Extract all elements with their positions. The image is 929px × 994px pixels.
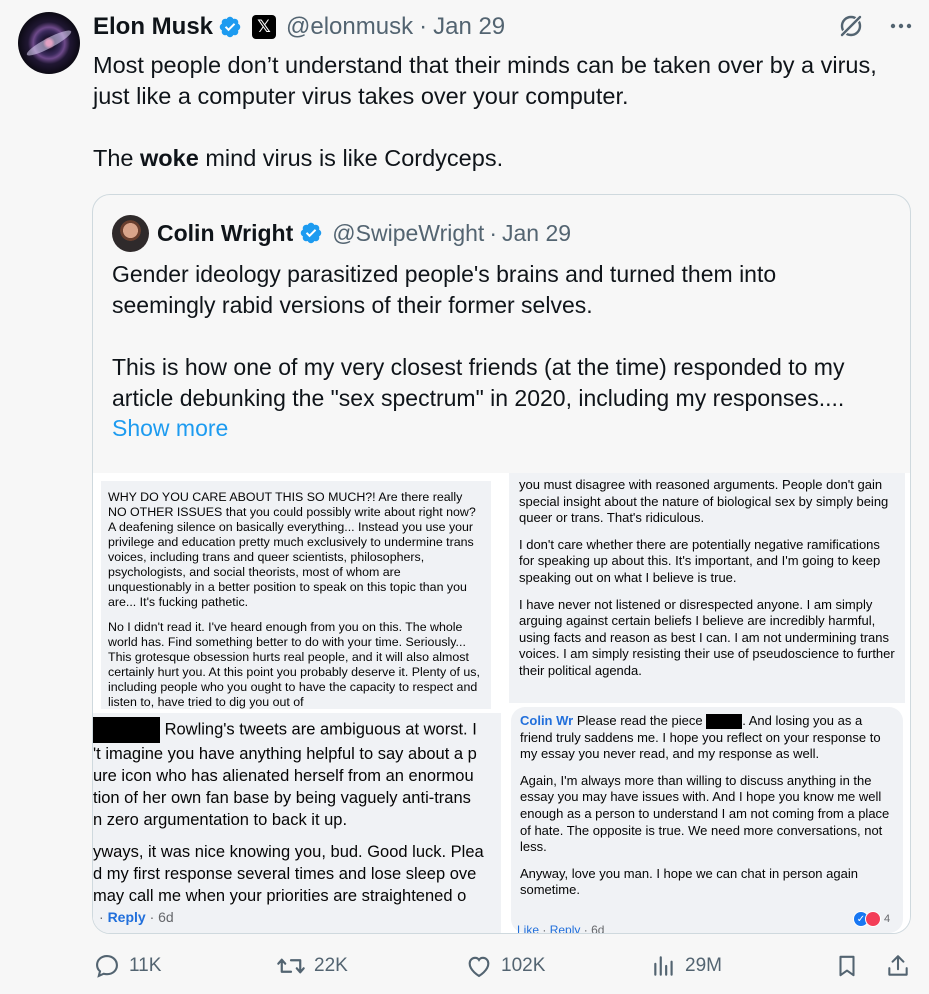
- grok-icon[interactable]: [837, 12, 865, 40]
- text-fragment: mind virus is like Cordyceps.: [198, 145, 504, 171]
- comment-line: tion of her own fan base by being vaguel…: [93, 789, 471, 807]
- view-count: 29M: [685, 955, 722, 976]
- message-panel-1: WHY DO YOU CARE ABOUT THIS SO MUCH?! Are…: [101, 481, 491, 709]
- post-text-line: Most people don’t understand that their …: [93, 52, 877, 78]
- share-icon: [888, 955, 908, 976]
- quote-text-line: seemingly rabid versions of their former…: [112, 292, 593, 318]
- like-button[interactable]: 102K: [465, 952, 545, 980]
- quote-author-avatar[interactable]: [112, 214, 149, 252]
- bookmark-button[interactable]: [834, 952, 860, 980]
- post-date[interactable]: Jan 29: [433, 13, 505, 41]
- separator-dot: ·: [419, 13, 428, 40]
- show-more-link[interactable]: Show more: [112, 415, 228, 442]
- top-right-actions: [837, 12, 913, 40]
- comment-line: Rowling's tweets are ambiguous at worst.…: [93, 717, 477, 743]
- message-paragraph: Anyway, love you man. I hope we can chat…: [520, 865, 858, 898]
- comment-panel-3: Rowling's tweets are ambiguous at worst.…: [93, 713, 501, 933]
- comment-line: may call me when your priorities are str…: [93, 887, 467, 905]
- comment-line: d my first response several times and lo…: [93, 865, 477, 883]
- redaction-box: [706, 714, 743, 730]
- heart-icon: [468, 956, 490, 978]
- repost-icon: [277, 958, 305, 974]
- message-paragraph: I don't care whether there are potential…: [519, 536, 881, 585]
- message-paragraph: you must disagree with reasoned argument…: [519, 477, 889, 526]
- reply-button[interactable]: 11K: [93, 952, 161, 980]
- quoted-post[interactable]: Colin Wright @SwipeWright · Jan 29 Gende…: [92, 194, 911, 934]
- reaction-count: 4: [884, 913, 891, 925]
- quote-text: Gender ideology parasitized people's bra…: [112, 259, 902, 414]
- comment-footer: Like · Reply · 6d: [517, 923, 605, 934]
- message-paragraph: No I didn't read it. I've heard enough f…: [108, 620, 480, 709]
- separator-dot: ·: [489, 219, 497, 246]
- message-paragraph: I have never not listened or disrespecte…: [519, 596, 895, 678]
- quote-date[interactable]: Jan 29: [502, 220, 571, 247]
- redaction-box: [93, 717, 160, 743]
- x-logo-icon: 𝕏: [252, 15, 277, 39]
- comment-author[interactable]: Colin Wr: [520, 713, 573, 728]
- comment-time: 6d: [591, 923, 605, 934]
- love-reaction-icon: [865, 911, 881, 927]
- quote-text-line: This is how one of my very closest frien…: [112, 354, 845, 380]
- bookmark-icon: [839, 955, 855, 977]
- comment-line: n zero argumentation to back it up.: [93, 811, 348, 829]
- reply-link[interactable]: Reply: [550, 923, 581, 933]
- comment-panel-4: Colin Wr Please read the piece . And los…: [511, 707, 903, 933]
- author-name[interactable]: Elon Musk: [93, 13, 213, 41]
- separator-dot: ·: [149, 909, 155, 925]
- author-handle[interactable]: @elonmusk: [286, 13, 413, 41]
- repost-count: 22K: [314, 955, 348, 976]
- verified-badge-icon: [301, 222, 322, 244]
- message-paragraph: WHY DO YOU CARE ABOUT THIS SO MUCH?! Are…: [108, 490, 476, 609]
- comment-text: Rowling's tweets are ambiguous at worst.…: [164, 720, 477, 739]
- post-text-line: The woke mind virus is like Cordyceps.: [93, 143, 923, 174]
- post-text: Most people don’t understand that their …: [93, 50, 923, 174]
- reply-link[interactable]: Reply: [108, 909, 146, 925]
- more-icon[interactable]: [889, 14, 913, 38]
- message-paragraph: Colin Wr Please read the piece . And los…: [520, 713, 894, 763]
- message-panel-2: you must disagree with reasoned argument…: [509, 473, 905, 703]
- like-link[interactable]: Like: [517, 923, 539, 933]
- quote-author-handle[interactable]: @SwipeWright: [332, 220, 484, 247]
- reaction-summary[interactable]: ✓ 4: [853, 911, 890, 927]
- like-count: 102K: [501, 955, 546, 976]
- comment-line: ure icon who has alienated herself from …: [93, 767, 474, 785]
- quote-header: Colin Wright @SwipeWright · Jan 29: [112, 213, 571, 253]
- quote-author-name[interactable]: Colin Wright: [157, 220, 293, 247]
- comment-reply-row: · Reply · 6d: [99, 909, 174, 925]
- reply-count: 11K: [129, 955, 162, 976]
- views-icon: [654, 956, 673, 976]
- comment-text: Please read the piece: [576, 713, 703, 728]
- post-header: Elon Musk 𝕏 @elonmusk · Jan 29: [93, 11, 505, 43]
- comment-line: yways, it was nice knowing you, bud. Goo…: [93, 843, 484, 861]
- views-button[interactable]: 29M: [651, 952, 722, 980]
- bold-word: woke: [140, 145, 199, 171]
- action-bar: 11K 22K 102K 29M: [93, 952, 915, 986]
- quote-text-line: Gender ideology parasitized people's bra…: [112, 261, 777, 287]
- separator-dot: ·: [542, 923, 547, 934]
- comment-time: 6d: [158, 909, 174, 925]
- attached-image[interactable]: WHY DO YOU CARE ABOUT THIS SO MUCH?! Are…: [93, 473, 910, 934]
- separator-dot: ·: [583, 923, 588, 934]
- message-paragraph: Again, I'm always more than willing to d…: [520, 772, 890, 855]
- reply-icon: [96, 955, 118, 978]
- author-avatar[interactable]: [18, 12, 80, 74]
- separator-dot: ·: [99, 909, 104, 925]
- repost-button[interactable]: 22K: [276, 952, 348, 980]
- comment-line: 't imagine you have anything helpful to …: [93, 745, 477, 763]
- quote-text-line: article debunking the "sex spectrum" in …: [112, 385, 845, 411]
- post-text-line: just like a computer virus takes over yo…: [93, 83, 629, 109]
- text-fragment: The: [93, 145, 141, 171]
- share-button[interactable]: [885, 952, 911, 980]
- verified-badge-icon: [219, 16, 241, 38]
